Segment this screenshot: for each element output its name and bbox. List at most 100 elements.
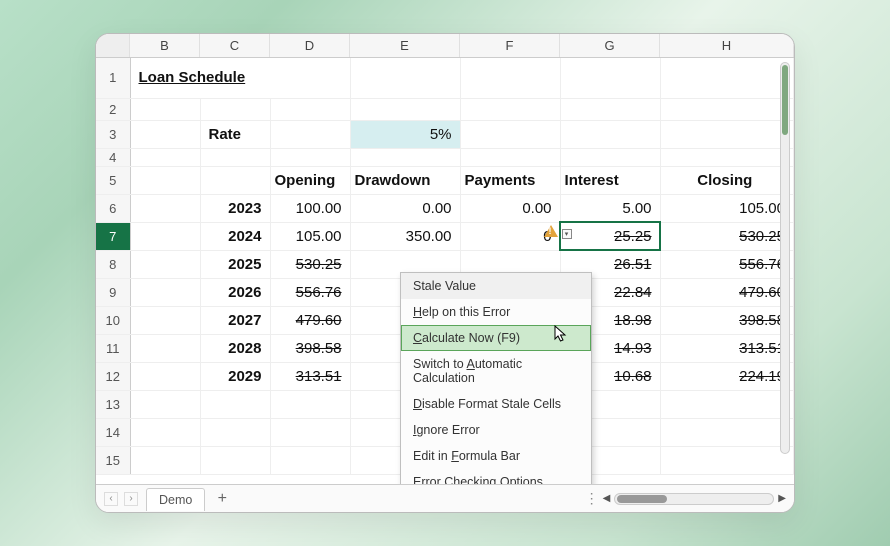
col-header-B[interactable]: B — [130, 34, 200, 57]
row-header-14[interactable]: 14 — [96, 418, 130, 446]
col-header-G[interactable]: G — [560, 34, 660, 57]
cell-C12[interactable]: 2029 — [200, 362, 270, 390]
cell-H4[interactable] — [660, 148, 793, 166]
menu-item[interactable]: Help on this Error — [401, 299, 591, 325]
cell-C8[interactable]: 2025 — [200, 250, 270, 278]
row-header-15[interactable]: 15 — [96, 446, 130, 474]
row-header-4[interactable]: 4 — [96, 148, 130, 166]
sheet-tab-demo[interactable]: Demo — [146, 488, 205, 511]
cell-F5[interactable]: Payments — [460, 166, 560, 194]
menu-item[interactable]: Switch to Automatic Calculation — [401, 351, 591, 391]
cell-H2[interactable] — [660, 98, 793, 120]
menu-item[interactable]: Disable Format Stale Cells — [401, 391, 591, 417]
cell-B1[interactable]: Loan Schedule — [130, 58, 350, 98]
tab-next-icon[interactable]: › — [124, 492, 138, 506]
cell-B14[interactable] — [130, 418, 200, 446]
cell-H9[interactable]: 479.60 — [660, 278, 793, 306]
cell-G5[interactable]: Interest — [560, 166, 660, 194]
cell-B13[interactable] — [130, 390, 200, 418]
cell-H14[interactable] — [660, 418, 793, 446]
cell-C6[interactable]: 2023 — [200, 194, 270, 222]
cell-H11[interactable]: 313.51 — [660, 334, 793, 362]
vertical-scroll-thumb[interactable] — [782, 65, 788, 135]
cell-E6[interactable]: 0.00 — [350, 194, 460, 222]
cell-G1[interactable] — [560, 58, 660, 98]
menu-item[interactable]: Error Checking Options... — [401, 469, 591, 484]
menu-item[interactable]: Edit in Formula Bar — [401, 443, 591, 469]
cell-C2[interactable] — [200, 98, 270, 120]
cell-D13[interactable] — [270, 390, 350, 418]
cell-D7[interactable]: 105.00 — [270, 222, 350, 250]
col-header-C[interactable]: C — [200, 34, 270, 57]
vertical-scrollbar[interactable] — [780, 62, 790, 454]
cell-C3[interactable]: Rate — [200, 120, 270, 148]
cell-G6[interactable]: 5.00 — [560, 194, 660, 222]
col-header-E[interactable]: E — [350, 34, 460, 57]
row-header-6[interactable]: 6 — [96, 194, 130, 222]
cell-E3[interactable]: 5% — [350, 120, 460, 148]
add-sheet-button[interactable]: + — [213, 490, 231, 508]
cell-H5[interactable]: Closing — [660, 166, 793, 194]
cell-F2[interactable] — [460, 98, 560, 120]
row-header-12[interactable]: 12 — [96, 362, 130, 390]
row-header-5[interactable]: 5 — [96, 166, 130, 194]
cell-D9[interactable]: 556.76 — [270, 278, 350, 306]
cell-C9[interactable]: 2026 — [200, 278, 270, 306]
cell-D11[interactable]: 398.58 — [270, 334, 350, 362]
warning-icon[interactable] — [544, 225, 558, 237]
cell-D4[interactable] — [270, 148, 350, 166]
horizontal-scrollbar[interactable]: ⋮ ◀ ▶ — [239, 490, 786, 507]
cell-F1[interactable] — [460, 58, 560, 98]
cell-C5[interactable] — [200, 166, 270, 194]
row-header-3[interactable]: 3 — [96, 120, 130, 148]
cell-F6[interactable]: 0.00 — [460, 194, 560, 222]
cell-B4[interactable] — [130, 148, 200, 166]
row-header-9[interactable]: 9 — [96, 278, 130, 306]
cell-B11[interactable] — [130, 334, 200, 362]
cell-D2[interactable] — [270, 98, 350, 120]
menu-item[interactable]: Stale Value — [401, 273, 591, 299]
cell-G3[interactable] — [560, 120, 660, 148]
cell-G7[interactable]: 25.25 — [560, 222, 660, 250]
row-header-1[interactable]: 1 — [96, 58, 130, 98]
grid-area[interactable]: B C D E F G H 1Loan Schedule23Rate5%45Op… — [96, 34, 794, 484]
cell-H13[interactable] — [660, 390, 793, 418]
horizontal-scroll-thumb[interactable] — [617, 495, 667, 503]
cell-H7[interactable]: 530.25 — [660, 222, 793, 250]
cell-F3[interactable] — [460, 120, 560, 148]
cell-E1[interactable] — [350, 58, 460, 98]
cell-B2[interactable] — [130, 98, 200, 120]
cell-D5[interactable]: Opening — [270, 166, 350, 194]
cell-E2[interactable] — [350, 98, 460, 120]
cell-E4[interactable] — [350, 148, 460, 166]
cell-E7[interactable]: 350.00 — [350, 222, 460, 250]
select-all-corner[interactable] — [96, 34, 130, 57]
col-header-H[interactable]: H — [660, 34, 794, 57]
row-header-7[interactable]: 7 — [96, 222, 130, 250]
row-header-10[interactable]: 10 — [96, 306, 130, 334]
cell-H10[interactable]: 398.58 — [660, 306, 793, 334]
cell-C11[interactable]: 2028 — [200, 334, 270, 362]
cell-B10[interactable] — [130, 306, 200, 334]
hscroll-left-icon[interactable]: ◀ — [603, 493, 611, 504]
cell-H8[interactable]: 556.76 — [660, 250, 793, 278]
row-header-2[interactable]: 2 — [96, 98, 130, 120]
row-header-8[interactable]: 8 — [96, 250, 130, 278]
cell-C7[interactable]: 2024 — [200, 222, 270, 250]
cell-H6[interactable]: 105.00 — [660, 194, 793, 222]
cell-D15[interactable] — [270, 446, 350, 474]
cell-B6[interactable] — [130, 194, 200, 222]
cell-B3[interactable] — [130, 120, 200, 148]
cell-H12[interactable]: 224.19 — [660, 362, 793, 390]
cell-C10[interactable]: 2027 — [200, 306, 270, 334]
cell-H3[interactable] — [660, 120, 793, 148]
cell-B8[interactable] — [130, 250, 200, 278]
cell-D6[interactable]: 100.00 — [270, 194, 350, 222]
cell-D8[interactable]: 530.25 — [270, 250, 350, 278]
cell-C4[interactable] — [200, 148, 270, 166]
cell-E5[interactable]: Drawdown — [350, 166, 460, 194]
cell-H1[interactable] — [660, 58, 793, 98]
cell-B12[interactable] — [130, 362, 200, 390]
col-header-F[interactable]: F — [460, 34, 560, 57]
row-header-13[interactable]: 13 — [96, 390, 130, 418]
